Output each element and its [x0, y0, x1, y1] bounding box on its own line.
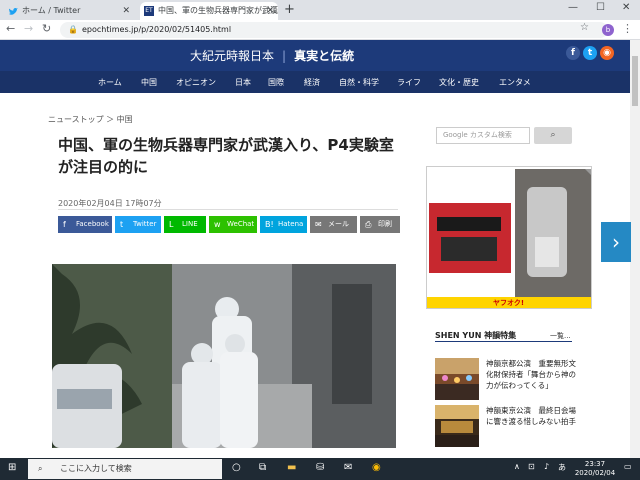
facebook-icon[interactable]: f [566, 46, 580, 60]
file-explorer-icon[interactable]: ▬ [287, 462, 296, 473]
close-window-icon[interactable]: ✕ [622, 2, 630, 13]
windows-start-icon[interactable]: ⊞ [8, 462, 16, 473]
line-icon: L [169, 220, 174, 229]
hatena-icon: B! [265, 220, 274, 229]
nav-item-science[interactable]: 自然・科学 [339, 77, 379, 88]
volume-icon[interactable]: ♪ [544, 462, 549, 471]
close-icon[interactable]: ✕ [122, 2, 130, 20]
twitter-icon[interactable]: t [583, 46, 597, 60]
shenyun-list-link[interactable]: 一覧... [550, 331, 571, 341]
breadcrumb[interactable]: ニューストップ ＞ 中国 [48, 114, 133, 125]
shenyun-heading: SHEN YUN 神韻特集 [435, 331, 517, 340]
tab-epochtimes[interactable]: ET 中国、軍の生物兵器専門家が武漢 ✕ [140, 2, 278, 20]
epochtimes-favicon-icon: ET [144, 6, 154, 16]
nav-item-opinion[interactable]: オピニオン [176, 77, 216, 88]
list-item-text: 神韻東京公演 最終日会場に響き渡る惜しみない拍手 [486, 406, 576, 426]
ad-label: ヤフオク! [493, 299, 525, 307]
taskbar-search-input[interactable]: ⌕ ここに入力して検索 [28, 459, 222, 479]
lock-icon: 🔒 [68, 25, 78, 34]
article-date: 2020年02月04日 17時07分 [58, 199, 162, 208]
next-arrow-button[interactable]: › [601, 222, 631, 262]
search-button[interactable]: ⌕ [534, 127, 572, 144]
thumbnail-image [435, 358, 479, 400]
main-nav: ホーム 中国 オピニオン 日本 国際 経済 自然・科学 ライフ 文化・歴史 エン… [0, 71, 630, 93]
print-icon: ⎙ [365, 220, 372, 229]
logo-japanese: 真実と伝統 [294, 49, 355, 63]
back-icon[interactable]: ← [6, 22, 15, 35]
twitter-icon: t [120, 220, 124, 229]
task-view-icon[interactable]: ⧉ [259, 462, 266, 473]
url-text: epochtimes.jp/p/2020/02/51405.html [82, 25, 232, 34]
nav-item-life[interactable]: ライフ [397, 77, 421, 88]
share-line-button[interactable]: L LINE [164, 216, 206, 233]
page-scrollbar[interactable] [630, 40, 640, 458]
profile-avatar[interactable]: b [602, 24, 614, 36]
logo-chinese: 大紀元時報日本 [190, 49, 275, 63]
site-header: 大紀元時報日本 | 真実と伝統 f t ◉ [0, 40, 630, 71]
share-hatena-button[interactable]: B! Hatena [260, 216, 307, 233]
ime-icon[interactable]: あ [558, 462, 566, 473]
magnifier-icon: ⌕ [550, 130, 556, 140]
twitter-bird-icon [8, 6, 18, 16]
search-icon: ⌕ [38, 464, 43, 473]
rss-icon[interactable]: ◉ [600, 46, 614, 60]
task-view-icon[interactable]: ○ [232, 462, 241, 473]
address-toolbar: ← → ↻ 🔒 epochtimes.jp/p/2020/02/51405.ht… [0, 20, 640, 40]
nav-item-culture[interactable]: 文化・歴史 [439, 77, 479, 88]
bookmark-star-icon[interactable]: ☆ [580, 22, 589, 33]
network-icon[interactable]: ⊡ [528, 462, 535, 471]
nav-item-international[interactable]: 国際 [268, 77, 284, 88]
share-wechat-button[interactable]: w WeChat [209, 216, 257, 233]
store-icon[interactable]: ⛁ [316, 462, 324, 473]
nav-item-entertainment[interactable]: エンタメ [499, 77, 531, 88]
minimize-icon[interactable]: — [568, 2, 578, 13]
wechat-icon: w [214, 220, 221, 229]
reload-icon[interactable]: ↻ [42, 22, 51, 35]
close-icon[interactable]: ✕ [266, 2, 274, 20]
mail-icon[interactable]: ✉ [344, 462, 352, 473]
divider [58, 209, 398, 210]
windows-taskbar: ⊞ ⌕ ここに入力して検索 ○ ⧉ ▬ ⛁ ✉ ◉ ∧ ⊡ ♪ あ 23:37 … [0, 458, 640, 480]
site-logo[interactable]: 大紀元時報日本 | 真実と伝統 [190, 47, 354, 64]
list-item-text: 神韻京都公演 重要無形文化財保持者「舞台から神の力が伝わってくる」 [486, 359, 576, 390]
url-bar[interactable]: 🔒 epochtimes.jp/p/2020/02/51405.html [60, 22, 608, 38]
more-menu-icon[interactable]: ⋮ [622, 22, 633, 35]
chrome-icon[interactable]: ◉ [372, 462, 381, 473]
clock[interactable]: 23:37 2020/02/04 [572, 460, 618, 478]
tab-label: 中国、軍の生物兵器専門家が武漢 [158, 6, 278, 15]
article-photo [52, 264, 396, 448]
nav-item-economy[interactable]: 経済 [304, 77, 320, 88]
chevron-up-icon[interactable]: ∧ [514, 462, 520, 471]
chevron-right-icon: › [612, 230, 620, 254]
share-facebook-button[interactable]: f Facebook [58, 216, 112, 233]
nav-item-china[interactable]: 中国 [141, 77, 157, 88]
facebook-icon: f [63, 220, 66, 229]
mail-icon: ✉ [315, 220, 322, 229]
browser-tab-bar: ホーム / Twitter ✕ ET 中国、軍の生物兵器専門家が武漢 ✕ + —… [0, 0, 640, 20]
forward-icon[interactable]: → [24, 22, 33, 35]
print-button[interactable]: ⎙ 印刷 [360, 216, 400, 233]
notification-icon[interactable]: ▭ [624, 462, 632, 471]
share-twitter-button[interactable]: t Twitter [115, 216, 161, 233]
share-mail-button[interactable]: ✉ メール [310, 216, 357, 233]
maximize-icon[interactable]: ☐ [596, 2, 605, 13]
divider [435, 341, 572, 342]
tab-label: ホーム / Twitter [22, 6, 81, 15]
nav-item-japan[interactable]: 日本 [235, 77, 251, 88]
new-tab-icon[interactable]: + [284, 2, 295, 17]
scrollbar-thumb[interactable] [632, 56, 638, 106]
nav-item-home[interactable]: ホーム [98, 77, 122, 88]
advertisement[interactable]: ヤフオク! [426, 166, 592, 309]
article-title: 中国、軍の生物兵器専門家が武漢入り、P4実験室が注目の的に [58, 136, 394, 176]
list-item[interactable]: 神韻京都公演 重要無形文化財保持者「舞台から神の力が伝わってくる」 [435, 358, 576, 402]
search-input[interactable]: Google カスタム検索 [436, 127, 530, 144]
list-item[interactable]: 神韻東京公演 最終日会場に響き渡る惜しみない拍手 [435, 405, 576, 449]
tab-twitter[interactable]: ホーム / Twitter ✕ [4, 2, 134, 20]
thumbnail-image [435, 405, 479, 447]
